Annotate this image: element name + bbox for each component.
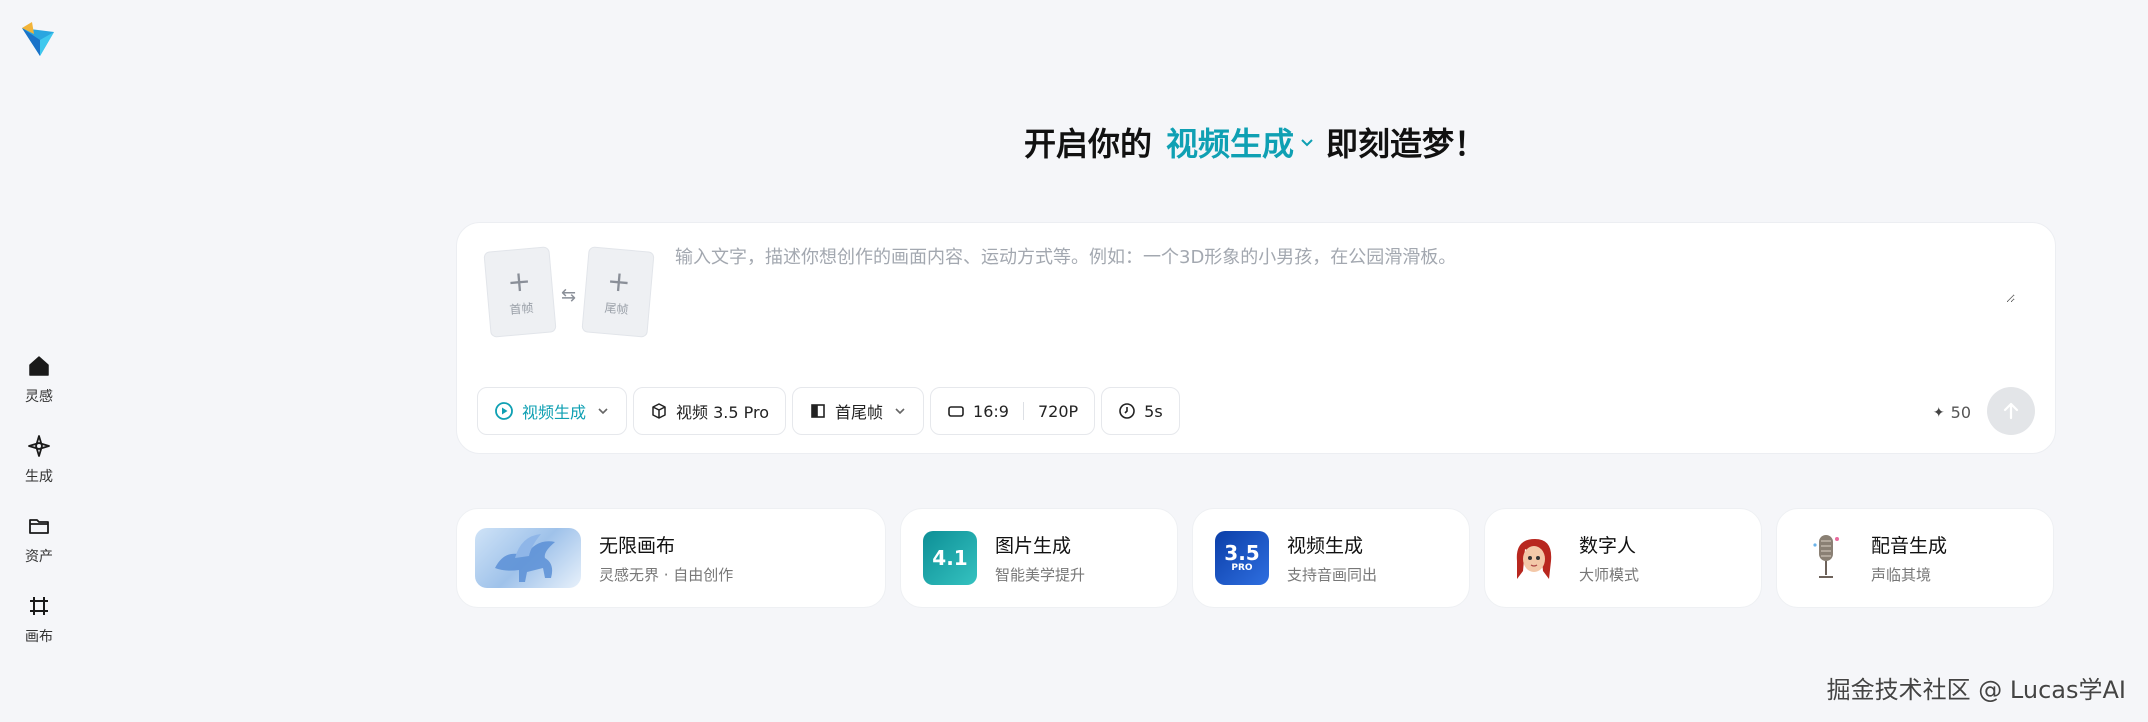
video-model-badge: 3.5 PRO: [1215, 531, 1269, 585]
headline-prefix: 开启你的: [1024, 125, 1153, 163]
cube-icon: [652, 403, 666, 419]
canvas-icon: [25, 592, 53, 620]
frames-select-label: 首尾帧: [835, 403, 884, 422]
mode-label: 视频生成: [1166, 125, 1295, 163]
mode-dropdown[interactable]: 视频生成: [1166, 119, 1316, 165]
video-generate-icon: [495, 402, 513, 420]
plus-icon: +: [505, 263, 533, 299]
badge-label: 3.5: [1224, 541, 1260, 565]
arrow-up-icon: [2003, 402, 2019, 420]
prompt-input[interactable]: [675, 243, 2015, 303]
page-title: 开启你的 视频生成 即刻造梦！: [1024, 118, 1486, 166]
clock-icon: [1119, 403, 1135, 419]
last-frame-upload[interactable]: + 尾帧: [581, 246, 655, 338]
card-title: 配音生成: [1871, 535, 1948, 557]
prompt-card: + 首帧 ⇆ + 尾帧 视频生成 视频 3.5 Pro 首尾帧 16:9 720…: [456, 222, 2056, 454]
image-model-badge: 4.1: [923, 531, 977, 585]
model-select-label: 视频 3.5 Pro: [676, 403, 770, 422]
app-logo[interactable]: [20, 22, 56, 58]
sidebar-item-inspiration[interactable]: 灵感: [0, 346, 78, 426]
ratio-resolution-select[interactable]: 16:9 720P: [930, 387, 1096, 435]
ratio-label: 16:9: [973, 401, 1009, 421]
chevron-down-icon: [598, 408, 608, 415]
aspect-ratio-icon: [948, 406, 964, 417]
credits-value: 50: [1950, 403, 1971, 422]
frames-icon: [811, 404, 825, 418]
generation-toolbar: 视频生成 视频 3.5 Pro 首尾帧 16:9 720P 5s: [477, 387, 1180, 435]
resolution-label: 720P: [1037, 401, 1079, 421]
card-digital-human[interactable]: 数字人 大师模式: [1484, 508, 1762, 608]
mode-select[interactable]: 视频生成: [477, 387, 628, 435]
card-title: 无限画布: [599, 535, 676, 557]
first-frame-label: 首帧: [508, 300, 535, 317]
sidebar-item-generate[interactable]: 生成: [0, 426, 78, 506]
sidebar-item-label: 资产: [25, 549, 53, 565]
card-title: 数字人: [1579, 535, 1637, 557]
chevron-down-icon: [895, 408, 905, 415]
plus-icon: +: [605, 263, 633, 299]
first-frame-upload[interactable]: + 首帧: [483, 246, 557, 338]
duration-select[interactable]: 5s: [1101, 387, 1180, 435]
chevron-down-icon: [1301, 139, 1313, 147]
mode-select-label: 视频生成: [522, 403, 587, 422]
card-subtitle: 声临其境: [1871, 566, 1932, 584]
model-select[interactable]: 视频 3.5 Pro: [633, 387, 787, 435]
duration-label: 5s: [1144, 401, 1163, 421]
divider: [1022, 402, 1024, 420]
folder-icon: [25, 512, 53, 540]
frames-select[interactable]: 首尾帧: [792, 387, 925, 435]
pegasus-image: [475, 528, 581, 588]
card-voice-generate[interactable]: 配音生成 声临其境: [1776, 508, 2054, 608]
headline-suffix: 即刻造梦！: [1326, 125, 1487, 163]
badge-sub-label: PRO: [1231, 563, 1253, 573]
send-button[interactable]: [1987, 387, 2035, 435]
card-subtitle: 支持音画同出: [1287, 566, 1378, 584]
sidebar-item-assets[interactable]: 资产: [0, 506, 78, 586]
sparkle-icon: [25, 432, 53, 460]
feature-cards: 无限画布 灵感无界 · 自由创作 4.1 图片生成 智能美学提升 3.5 PRO…: [456, 508, 2054, 608]
card-image-generate[interactable]: 4.1 图片生成 智能美学提升: [900, 508, 1178, 608]
sidebar-item-label: 生成: [25, 469, 53, 485]
card-subtitle: 灵感无界 · 自由创作: [599, 566, 734, 584]
card-subtitle: 智能美学提升: [995, 566, 1086, 584]
card-subtitle: 大师模式: [1579, 566, 1640, 584]
sidebar-item-canvas[interactable]: 画布: [0, 586, 78, 666]
credits-indicator: ✦ 50: [1933, 403, 1971, 422]
swap-icon[interactable]: ⇆: [561, 285, 576, 306]
card-infinite-canvas[interactable]: 无限画布 灵感无界 · 自由创作: [456, 508, 886, 608]
sparkle-icon: ✦: [1932, 404, 1945, 421]
sidebar-item-label: 画布: [25, 629, 53, 645]
avatar-image: [1507, 531, 1561, 585]
card-title: 图片生成: [995, 535, 1072, 557]
card-video-generate[interactable]: 3.5 PRO 视频生成 支持音画同出: [1192, 508, 1470, 608]
card-title: 视频生成: [1287, 535, 1364, 557]
last-frame-label: 尾帧: [603, 300, 630, 317]
sidebar-nav: 灵感 生成 资产 画布: [0, 346, 78, 666]
badge-label: 4.1: [932, 546, 968, 570]
home-icon: [25, 352, 53, 380]
watermark: 掘金技术社区 @ Lucas学AI: [1826, 676, 2126, 704]
microphone-image: [1799, 531, 1853, 585]
sidebar-item-label: 灵感: [25, 389, 53, 405]
